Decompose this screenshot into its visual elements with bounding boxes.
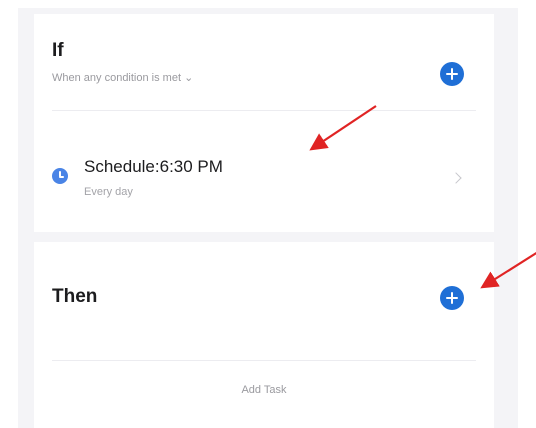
schedule-condition-repeat: Every day — [84, 186, 133, 198]
if-card: If When any condition is met ⌄ Schedule:… — [34, 14, 494, 232]
clock-icon — [52, 168, 68, 184]
add-condition-button[interactable] — [440, 62, 464, 86]
if-title: If — [52, 40, 64, 61]
chevron-right-icon — [450, 172, 462, 184]
then-card: Then Add Task — [34, 242, 494, 428]
condition-mode-selector[interactable]: When any condition is met ⌄ — [52, 71, 193, 84]
add-task-plus-button[interactable] — [440, 286, 464, 310]
then-title: Then — [52, 286, 98, 307]
if-divider — [52, 110, 476, 111]
schedule-condition-row[interactable]: Schedule:6:30 PM Every day — [34, 124, 494, 214]
screen: If When any condition is met ⌄ Schedule:… — [0, 0, 536, 428]
add-task-button[interactable]: Add Task — [34, 384, 494, 396]
then-divider — [52, 360, 476, 361]
schedule-condition-title: Schedule:6:30 PM — [84, 157, 223, 176]
